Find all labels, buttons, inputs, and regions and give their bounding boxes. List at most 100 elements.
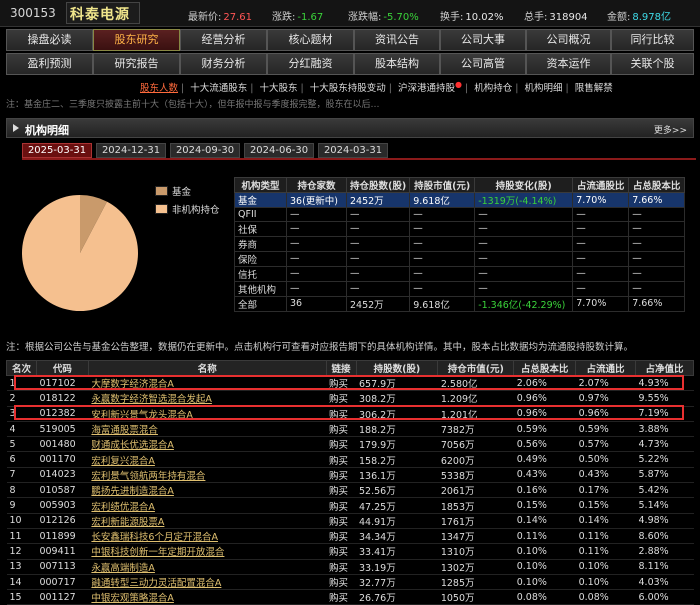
tab-earnings-forecast[interactable]: 盈利预测	[6, 53, 93, 75]
fund-name-link[interactable]: 财通成长优选混合A	[88, 436, 327, 453]
fund-cell: 2.07%	[575, 375, 636, 392]
inst-cell: —	[345, 220, 411, 237]
fund-cell: 0.10%	[575, 559, 636, 575]
tab-related-stocks[interactable]: 关联个股	[611, 53, 694, 75]
date-tab-2024-03-31[interactable]: 2024-03-31	[318, 143, 388, 158]
fund-cell: 12	[6, 543, 37, 560]
date-tab-2025-03-31[interactable]: 2025-03-31	[22, 143, 92, 158]
buy-link[interactable]: 购买	[326, 574, 356, 591]
date-tab-2024-09-30[interactable]: 2024-09-30	[170, 143, 240, 158]
fund-cell: 136.1万	[356, 467, 438, 484]
fund-cell: 1853万	[437, 497, 514, 514]
subnav-inst-details[interactable]: 机构明细	[524, 83, 562, 94]
buy-link[interactable]: 购买	[326, 528, 356, 545]
buy-link[interactable]: 购买	[326, 451, 356, 468]
inst-row[interactable]: 全部 36 2452万 9.618亿 -1.346亿(-42.29%) 7.70% 7.66…	[234, 295, 686, 312]
fund-cell: 33.19万	[356, 559, 438, 575]
fund-name-link[interactable]: 宏利新能源股票A	[88, 513, 327, 529]
tab-news[interactable]: 资讯公告	[354, 29, 440, 51]
date-tab-2024-06-30[interactable]: 2024-06-30	[244, 143, 314, 158]
inst-row[interactable]: 基金 36(更新中) 2452万 9.618亿 -1319万(-4.14%) 7.70% 7…	[234, 192, 686, 208]
inst-row[interactable]: 保险 — — — — — —	[234, 250, 686, 267]
inst-cell: —	[572, 280, 630, 297]
fund-name-link[interactable]: 鹏扬先进制造混合A	[88, 482, 327, 499]
expand-triangle-icon[interactable]	[13, 124, 19, 132]
fund-name-link[interactable]: 海富通股票混合	[88, 421, 327, 438]
fund-cell: 7056万	[437, 436, 514, 453]
buy-link[interactable]: 购买	[326, 436, 356, 453]
inst-cell: 券商	[234, 235, 287, 252]
fund-cell: 4.93%	[635, 375, 694, 392]
fund-cell: 4.98%	[635, 513, 694, 529]
buy-link[interactable]: 购买	[326, 482, 356, 499]
tab-operations[interactable]: 经营分析	[180, 29, 267, 51]
tab-shareholder-research[interactable]: 股东研究	[93, 29, 180, 51]
fund-name-link[interactable]: 宏利绩优混合A	[88, 497, 327, 514]
fund-cell: 0.59%	[575, 421, 636, 438]
fund-name-link[interactable]: 大摩数字经济混合A	[88, 375, 327, 392]
tab-capital-structure[interactable]: 股本结构	[354, 53, 440, 75]
stock-code: 300153	[10, 6, 56, 20]
fund-name-link[interactable]: 中银科技创新一年定期开放混合	[88, 543, 327, 560]
tab-company-profile[interactable]: 公司概况	[526, 29, 611, 51]
inst-row[interactable]: QFII — — — — — —	[234, 207, 686, 222]
inst-cell: —	[628, 220, 686, 237]
buy-link[interactable]: 购买	[326, 497, 356, 514]
subnav-inst-holdings[interactable]: 机构持仓	[474, 83, 512, 94]
fund-cell: 5.22%	[635, 451, 694, 468]
fund-name-link[interactable]: 永赢数字经济智选混合发起A	[88, 390, 327, 407]
subnav-shareholder-count[interactable]: 股东人数	[140, 83, 178, 94]
inst-cell: -1319万(-4.14%)	[474, 192, 574, 208]
fund-name-link[interactable]: 安利新兴景气龙头混合A	[88, 406, 327, 422]
fund-name-link[interactable]: 中银宏观策略混合A	[88, 589, 327, 605]
fund-cell: 010587	[36, 482, 89, 499]
buy-link[interactable]: 购买	[326, 406, 356, 422]
buy-link[interactable]: 购买	[326, 467, 356, 484]
tab-dividends[interactable]: 分红融资	[267, 53, 354, 75]
buy-link[interactable]: 购买	[326, 390, 356, 407]
inst-cell: —	[628, 250, 686, 267]
fund-name-link[interactable]: 融通转型三动力灵活配置混合A	[88, 574, 327, 591]
buy-link[interactable]: 购买	[326, 559, 356, 575]
fund-cell: 3.88%	[635, 421, 694, 438]
tab-company-events[interactable]: 公司大事	[440, 29, 526, 51]
subnav-top10[interactable]: 十大股东	[260, 83, 298, 94]
tab-peer-comparison[interactable]: 同行比较	[611, 29, 694, 51]
inst-row[interactable]: 信托 — — — — — —	[234, 265, 686, 282]
date-tab-2024-12-31[interactable]: 2024-12-31	[96, 143, 166, 158]
inst-cell: 2452万	[345, 192, 411, 208]
tab-core-themes[interactable]: 核心题材	[267, 29, 354, 51]
inst-row[interactable]: 其他机构 — — — — — —	[234, 280, 686, 297]
pie-legend: 基金 非机构持仓	[155, 182, 220, 218]
tab-executives[interactable]: 公司高管	[440, 53, 526, 75]
amount: 金额: 8.978亿	[607, 12, 672, 23]
fund-cell: 8.60%	[635, 528, 694, 545]
more-link[interactable]: 更多>>	[654, 123, 687, 136]
subnav-top10-changes[interactable]: 十大股东持股变动	[310, 83, 386, 94]
fund-name-link[interactable]: 宏利景气领航两年持有混合	[88, 467, 327, 484]
fund-name-link[interactable]: 宏利复兴混合A	[88, 451, 327, 468]
inst-row[interactable]: 券商 — — — — — —	[234, 235, 686, 252]
buy-link[interactable]: 购买	[326, 513, 356, 529]
buy-link[interactable]: 购买	[326, 589, 356, 605]
buy-link[interactable]: 购买	[326, 543, 356, 560]
subnav-lockup[interactable]: 限售解禁	[575, 83, 613, 94]
fund-row: 6 001170 宏利复兴混合A 购买 158.2万 6200万 0.49% 0.50% 5.2…	[6, 451, 694, 468]
buy-link[interactable]: 购买	[326, 375, 356, 392]
buy-link[interactable]: 购买	[326, 421, 356, 438]
legend-item-fund: 基金	[155, 182, 220, 200]
inst-cell: 全部	[234, 295, 287, 312]
fund-name-link[interactable]: 长安鑫瑞科技6个月定开混合A	[88, 528, 327, 545]
fund-name-link[interactable]: 永赢高端制造A	[88, 559, 327, 575]
fund-col-name: 名称	[87, 360, 327, 376]
tab-capital-ops[interactable]: 资本运作	[526, 53, 611, 75]
subnav-hk-connect[interactable]: 沪深港通持股	[398, 83, 455, 94]
fund-cell: 0.57%	[575, 436, 636, 453]
inst-cell: —	[474, 280, 574, 297]
legend-item-non-inst: 非机构持仓	[155, 200, 220, 218]
subnav-top10-float[interactable]: 十大流通股东	[190, 83, 247, 94]
tab-research-reports[interactable]: 研究报告	[93, 53, 180, 75]
tab-financial-analysis[interactable]: 财务分析	[180, 53, 267, 75]
tab-trading-guide[interactable]: 操盘必读	[6, 29, 93, 51]
inst-row[interactable]: 社保 — — — — — —	[234, 220, 686, 237]
